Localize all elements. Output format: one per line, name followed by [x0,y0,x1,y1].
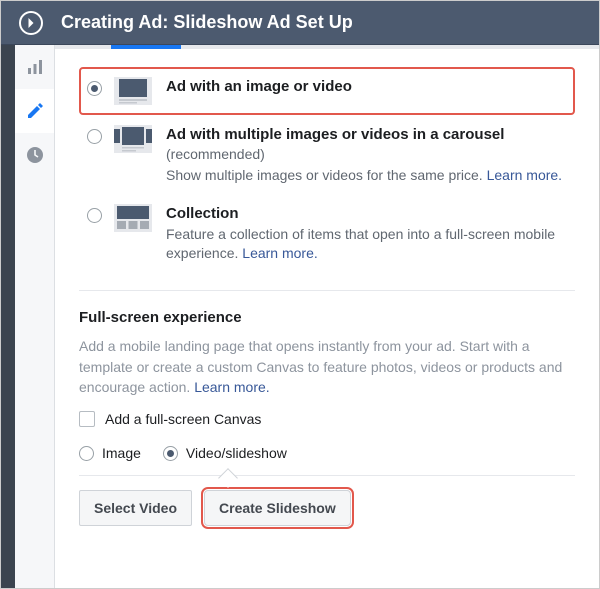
radio-single[interactable] [87,81,102,96]
thumb-carousel-icon [114,125,152,153]
learn-more-link[interactable]: Learn more. [242,245,317,261]
select-video-button[interactable]: Select Video [79,490,192,526]
content-panel: Ad with an image or video Ad with multip… [55,45,599,588]
format-option-collection[interactable]: Collection Feature a collection of items… [79,194,575,272]
sidebar-nav [15,45,55,588]
format-collection-desc: Feature a collection of items that open … [166,225,569,263]
format-option-single[interactable]: Ad with an image or video [79,67,575,115]
section-divider [79,290,575,291]
radio-carousel[interactable] [87,129,102,144]
nav-item-edit[interactable] [15,89,54,133]
media-type-selector: Image Video/slideshow [79,445,575,461]
radio-video[interactable] [163,446,178,461]
left-gutter [1,45,15,588]
page-title: Creating Ad: Slideshow Ad Set Up [61,12,353,33]
format-carousel-desc: Show multiple images or videos for the s… [166,166,569,185]
format-option-carousel[interactable]: Ad with multiple images or videos in a c… [79,115,575,194]
format-carousel-title: Ad with multiple images or videos in a c… [166,125,569,166]
learn-more-link[interactable]: Learn more. [487,167,562,183]
radio-image[interactable] [79,446,94,461]
fullscreen-heading: Full-screen experience [79,309,575,326]
progress-bar [55,45,599,49]
media-buttons: Select Video Create Slideshow [79,475,575,526]
bar-chart-icon [26,58,44,76]
thumb-collection-icon [114,204,152,232]
media-option-image[interactable]: Image [79,445,141,461]
format-collection-title: Collection [166,204,569,224]
nav-item-history[interactable] [15,133,54,177]
clock-icon [26,146,44,164]
learn-more-link[interactable]: Learn more. [194,379,269,395]
page-header: Creating Ad: Slideshow Ad Set Up [1,1,599,45]
media-image-label: Image [102,445,141,461]
canvas-checkbox-label: Add a full-screen Canvas [105,411,261,427]
format-options: Ad with an image or video Ad with multip… [79,67,575,272]
thumb-single-icon [114,77,152,105]
media-video-label: Video/slideshow [186,445,287,461]
create-slideshow-button[interactable]: Create Slideshow [204,490,351,526]
pencil-icon [26,102,44,120]
chevron-right-circle-icon[interactable] [19,11,43,35]
fullscreen-description: Add a mobile landing page that opens ins… [79,336,575,397]
nav-item-results[interactable] [15,45,54,89]
canvas-checkbox[interactable] [79,411,95,427]
radio-collection[interactable] [87,208,102,223]
format-single-title: Ad with an image or video [166,77,569,97]
canvas-checkbox-row[interactable]: Add a full-screen Canvas [79,411,575,427]
media-option-video[interactable]: Video/slideshow [163,445,287,461]
